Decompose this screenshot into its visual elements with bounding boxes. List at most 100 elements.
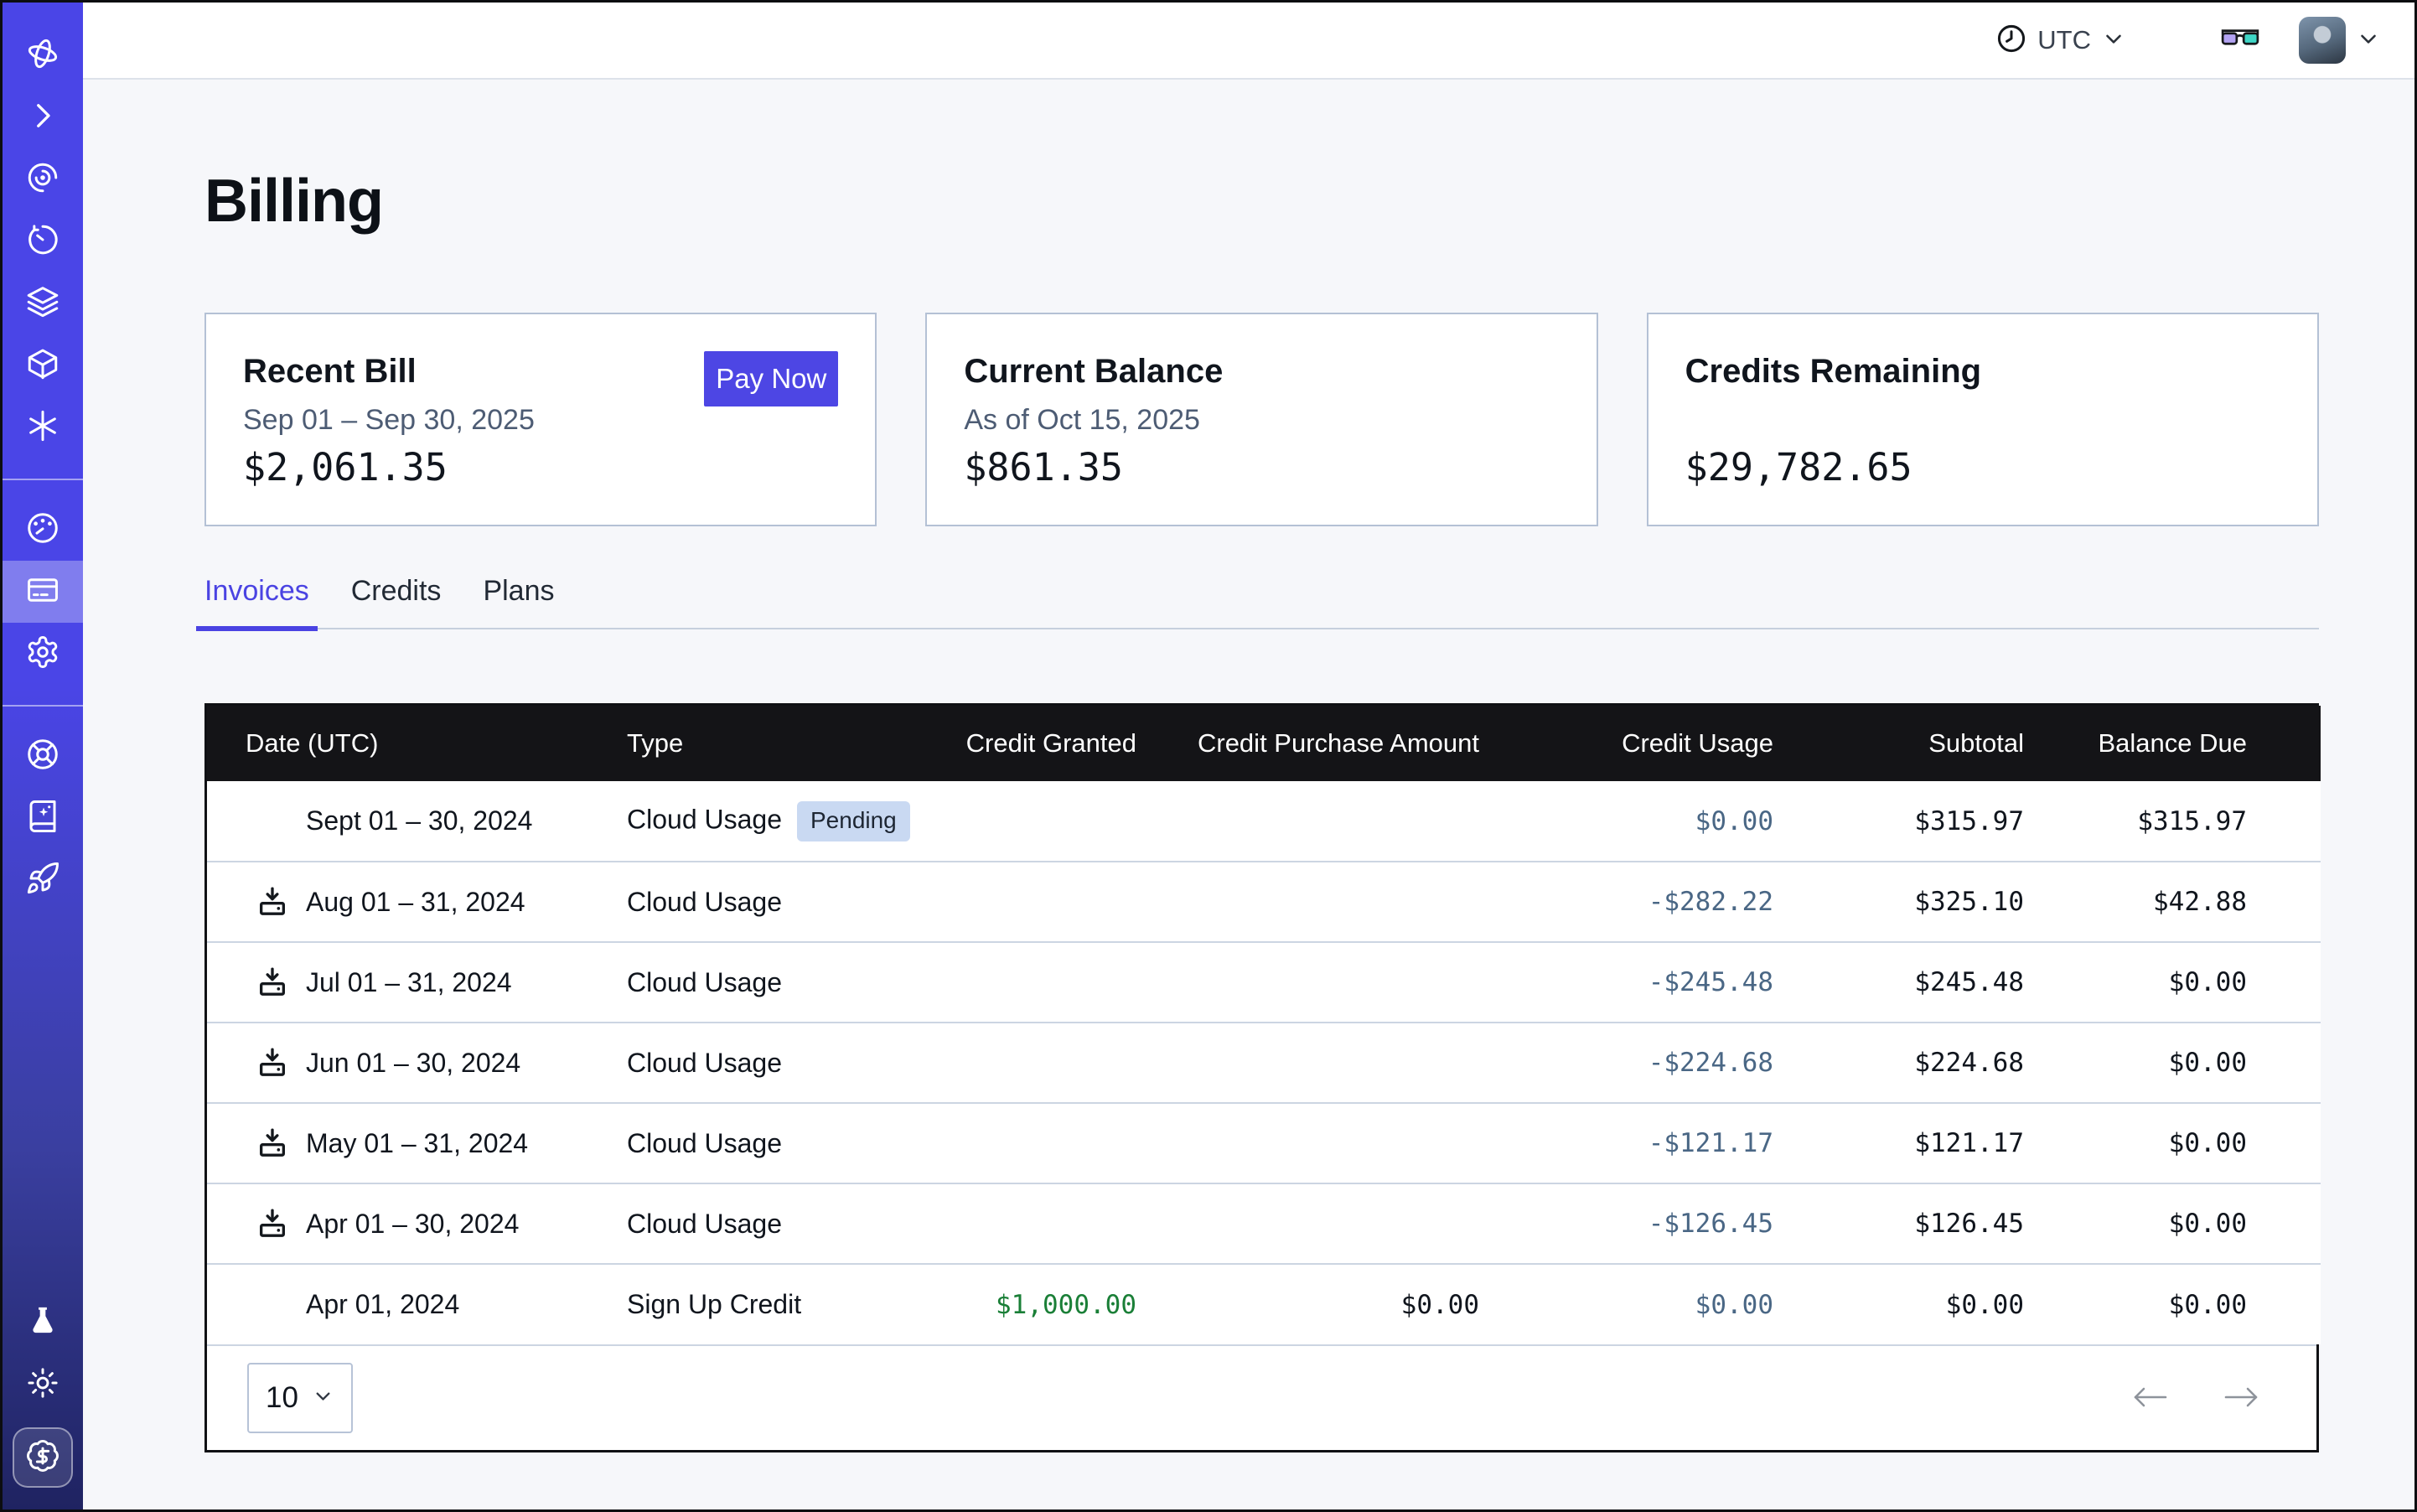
orbit-logo-icon: [25, 36, 60, 75]
table-header-row: Date (UTC) Type Credit Granted Credit Pu…: [207, 706, 2321, 781]
invoice-date: Jun 01 – 30, 2024: [306, 1048, 520, 1078]
table-row: Aug 01 – 31, 2024 Cloud Usage -$282.22 $…: [207, 862, 2321, 942]
arrow-right-icon: [2223, 1383, 2261, 1414]
credits-remaining-card: Credits Remaining $29,782.65: [1647, 313, 2319, 526]
invoice-date: Aug 01 – 31, 2024: [306, 887, 525, 917]
sidebar: [3, 3, 83, 1509]
subtotal-value: $126.45: [1774, 1183, 2034, 1264]
lifebuoy-icon: [25, 737, 60, 776]
col-header-subtotal: Subtotal: [1774, 706, 2034, 781]
tab-plans[interactable]: Plans: [474, 575, 562, 628]
billing-page: Billing Recent Bill Sep 01 – Sep 30, 202…: [83, 80, 2414, 1512]
credit-purchase-value: [1137, 1103, 1489, 1183]
sidebar-item-packages[interactable]: [3, 334, 83, 396]
balance-due-value: $315.97: [2034, 781, 2321, 862]
table-row: Jul 01 – 31, 2024 Cloud Usage -$245.48 $…: [207, 942, 2321, 1023]
balance-due-value: $0.00: [2034, 1264, 2321, 1344]
clock-icon: [1995, 23, 2027, 59]
sidebar-item-layers[interactable]: [3, 272, 83, 334]
cube-icon: [25, 346, 60, 386]
subtotal-value: $224.68: [1774, 1023, 2034, 1103]
subtotal-value: $315.97: [1774, 781, 2034, 862]
credit-usage-value: $0.00: [1489, 1264, 1774, 1344]
next-page-button[interactable]: [2223, 1383, 2261, 1414]
chevron-down-icon: [2101, 26, 2126, 55]
arrow-left-icon: [2130, 1383, 2169, 1414]
asterisk-icon: [25, 408, 60, 448]
balance-due-value: $0.00: [2034, 1023, 2321, 1103]
chevron-down-icon: [312, 1381, 334, 1415]
subtotal-value: $0.00: [1774, 1264, 2034, 1344]
subtotal-value: $245.48: [1774, 942, 2034, 1023]
credit-granted-value: [911, 1103, 1137, 1183]
prev-page-button[interactable]: [2130, 1383, 2169, 1414]
layers-icon: [25, 284, 60, 324]
table-row: Jun 01 – 30, 2024 Cloud Usage -$224.68 $…: [207, 1023, 2321, 1103]
sidebar-item-docs[interactable]: [3, 787, 83, 849]
badge-dollar-icon: [25, 1438, 60, 1478]
download-invoice-button[interactable]: [256, 1126, 289, 1160]
credit-purchase-value: [1137, 862, 1489, 942]
col-header-date: Date (UTC): [207, 706, 626, 781]
recent-bill-card: Recent Bill Sep 01 – Sep 30, 2025 $2,061…: [204, 313, 877, 526]
sidebar-item-billing[interactable]: [3, 561, 83, 623]
summary-cards: Recent Bill Sep 01 – Sep 30, 2025 $2,061…: [204, 313, 2319, 526]
sidebar-item-usage[interactable]: [3, 499, 83, 561]
credit-usage-value: $0.00: [1489, 781, 1774, 862]
sidebar-item-support[interactable]: [3, 725, 83, 787]
card-title: Credits Remaining: [1685, 353, 2280, 391]
sidebar-item-services[interactable]: [3, 396, 83, 458]
timer-icon: [25, 222, 60, 261]
table-footer: 10: [207, 1344, 2316, 1450]
sidebar-item-theme[interactable]: [3, 1354, 83, 1416]
col-header-type: Type: [626, 706, 911, 781]
sidebar-item-observability[interactable]: [3, 148, 83, 210]
table-row: Apr 01 – 30, 2024 Cloud Usage -$126.45 $…: [207, 1183, 2321, 1264]
invoice-type: Cloud Usage: [627, 1209, 782, 1239]
credit-granted-value: [911, 781, 1137, 862]
download-invoice-button[interactable]: [256, 885, 289, 919]
gauge-icon: [25, 510, 60, 550]
sidebar-item-settings[interactable]: [3, 623, 83, 685]
sidebar-item-credits-offer[interactable]: [13, 1427, 73, 1488]
download-invoice-button[interactable]: [256, 1046, 289, 1080]
sidebar-item-history[interactable]: [3, 210, 83, 272]
col-header-balance-due: Balance Due: [2034, 706, 2321, 781]
sidebar-item-getting-started[interactable]: [3, 849, 83, 911]
recent-bill-amount: $2,061.35: [243, 445, 838, 489]
invoice-date: Apr 01 – 30, 2024: [306, 1209, 519, 1239]
app-window: UTC Billing: [0, 0, 2417, 1512]
tab-credits[interactable]: Credits: [343, 575, 450, 628]
timezone-selector[interactable]: UTC: [1995, 23, 2126, 59]
card-subtitle: As of Oct 15, 2025: [964, 404, 1559, 437]
credit-granted-value: [911, 942, 1137, 1023]
card-title: Current Balance: [964, 353, 1559, 391]
avatar[interactable]: [2299, 17, 2346, 64]
col-header-credit-purchase: Credit Purchase Amount: [1137, 706, 1489, 781]
sidebar-item-collapse[interactable]: [3, 86, 83, 148]
credit-usage-value: -$282.22: [1489, 862, 1774, 942]
page-size-select[interactable]: 10: [247, 1363, 353, 1433]
status-badge: Pending: [797, 801, 910, 841]
chevron-right-icon: [25, 98, 60, 137]
sidebar-item-labs[interactable]: [3, 1292, 83, 1354]
chevron-down-icon[interactable]: [2356, 26, 2381, 55]
tab-invoices[interactable]: Invoices: [196, 575, 318, 628]
credit-granted-value: $1,000.00: [911, 1264, 1137, 1344]
invoice-date: Jul 01 – 31, 2024: [306, 967, 512, 997]
pay-now-button[interactable]: Pay Now: [704, 351, 838, 406]
credit-usage-value: -$224.68: [1489, 1023, 1774, 1103]
invoice-type: Cloud Usage: [627, 1128, 782, 1158]
credit-purchase-value: [1137, 781, 1489, 862]
credit-granted-value: [911, 1023, 1137, 1103]
glasses-icon[interactable]: [2220, 23, 2260, 58]
download-invoice-button[interactable]: [256, 1207, 289, 1240]
credit-purchase-value: $0.00: [1137, 1264, 1489, 1344]
download-invoice-button[interactable]: [256, 966, 289, 999]
invoice-type: Cloud Usage: [627, 887, 782, 917]
credit-purchase-value: [1137, 1023, 1489, 1103]
current-balance-amount: $861.35: [964, 445, 1559, 489]
credit-usage-value: -$245.48: [1489, 942, 1774, 1023]
invoice-type: Cloud Usage: [627, 1048, 782, 1078]
logo[interactable]: [3, 24, 83, 86]
